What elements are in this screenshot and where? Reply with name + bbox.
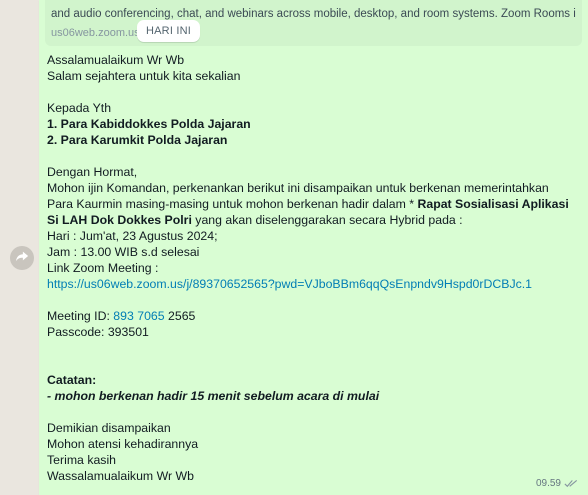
body-line: Mohon ijin Komandan, perkenankan berikut… bbox=[47, 181, 549, 195]
body-text: yang akan diselenggarakan secara Hybrid … bbox=[191, 213, 463, 227]
recipient-heading: Kepada Yth bbox=[47, 101, 112, 115]
recipient-item: 1. Para Kabiddokkes Polda Jajaran bbox=[47, 117, 251, 131]
message-meta: 09.59 bbox=[536, 478, 578, 489]
zoom-meeting-link[interactable]: https://us06web.zoom.us/j/89370652565?pw… bbox=[47, 276, 574, 292]
double-check-icon bbox=[564, 479, 578, 488]
greeting-line: Salam sejahtera untuk kita sekalian bbox=[47, 69, 241, 83]
recipient-item: 2. Para Karumkit Polda Jajaran bbox=[47, 133, 228, 147]
link-preview[interactable]: and audio conferencing, chat, and webina… bbox=[45, 0, 582, 46]
closing-line: Wassalamualaikum Wr Wb bbox=[47, 469, 194, 483]
salutation: Dengan Hormat, bbox=[47, 165, 138, 179]
day-chip: HARI INI bbox=[137, 20, 200, 42]
body-line: Para Kaurmin masing-masing untuk mohon b… bbox=[47, 196, 574, 212]
body-line: Si LAH Dok Dokkes Polri yang akan disele… bbox=[47, 212, 574, 228]
event-title-cont: Si LAH Dok Dokkes Polri bbox=[47, 213, 192, 227]
event-time: Jam : 13.00 WIB s.d selesai bbox=[47, 245, 200, 259]
event-day: Hari : Jum'at, 23 Agustus 2024; bbox=[47, 229, 218, 243]
link-preview-domain: us06web.zoom.us bbox=[51, 27, 140, 39]
body-text: Para Kaurmin masing-masing untuk mohon b… bbox=[47, 197, 418, 211]
meeting-id-label: Meeting ID: bbox=[47, 309, 114, 323]
closing-line: Mohon atensi kehadirannya bbox=[47, 437, 199, 451]
meeting-id-rest: 2565 bbox=[164, 309, 196, 323]
zoom-link-label: Link Zoom Meeting : bbox=[47, 261, 159, 275]
note-text: - mohon berkenan hadir 15 menit sebelum … bbox=[47, 389, 380, 403]
message-bubble[interactable]: and audio conferencing, chat, and webina… bbox=[39, 0, 588, 495]
event-title: Rapat Sosialisasi Aplikasi bbox=[417, 197, 569, 211]
passcode: Passcode: 393501 bbox=[47, 325, 149, 339]
closing-line: Demikian disampaikan bbox=[47, 421, 171, 435]
forward-icon bbox=[15, 249, 29, 268]
link-preview-description: and audio conferencing, chat, and webina… bbox=[51, 8, 576, 20]
message-text: Assalamualaikum Wr Wb Salam sejahtera un… bbox=[47, 52, 574, 484]
meeting-id: Meeting ID: 893 7065 2565 bbox=[47, 308, 574, 324]
meeting-id-phone-link[interactable]: 893 7065 bbox=[113, 309, 164, 323]
message-timestamp: 09.59 bbox=[535, 478, 561, 489]
note-heading: Catatan: bbox=[47, 373, 97, 387]
closing-line: Terima kasih bbox=[47, 453, 117, 467]
forward-button[interactable] bbox=[10, 246, 34, 270]
greeting-line: Assalamualaikum Wr Wb bbox=[47, 53, 185, 67]
